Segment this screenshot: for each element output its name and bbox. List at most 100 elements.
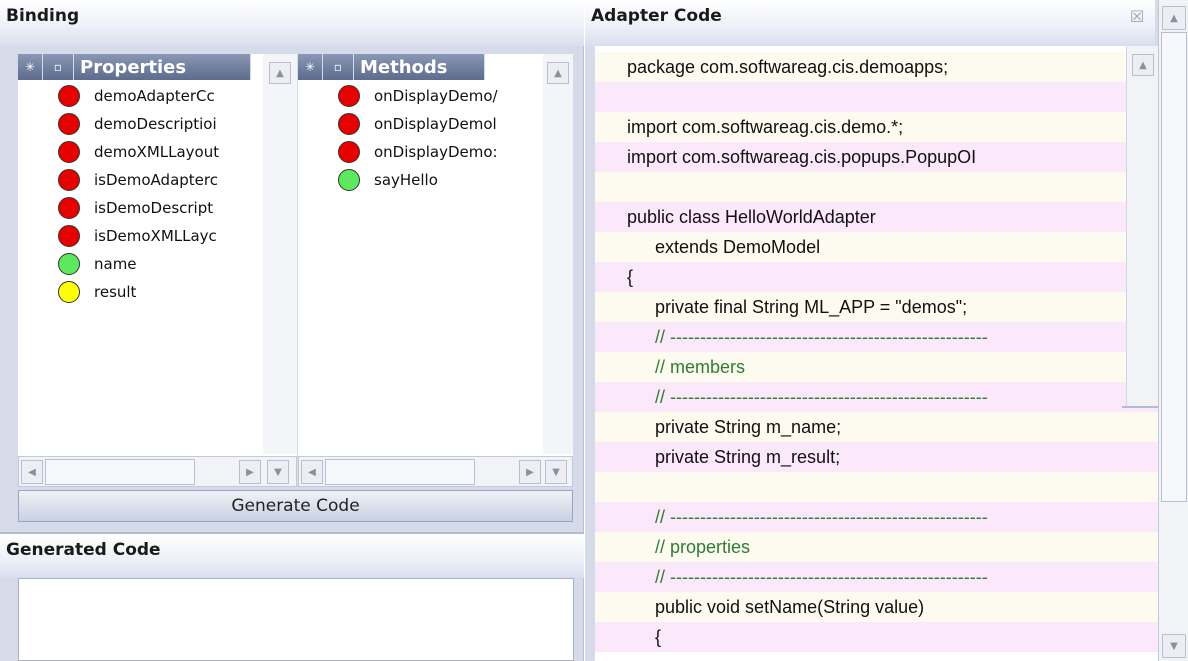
code-comment: // -------------------------------------… xyxy=(655,386,988,407)
red-status-icon xyxy=(338,85,360,107)
tree-row[interactable]: demoXMLLayout xyxy=(18,140,219,164)
scroll-thumb[interactable] xyxy=(45,459,195,485)
square-icon[interactable]: ▫ xyxy=(43,54,74,80)
tree-row[interactable]: demoAdapterCc xyxy=(18,84,215,108)
code-line: private String m_name; xyxy=(595,412,1158,442)
tree-row-label: demoDescriptioi xyxy=(94,115,217,133)
close-icon[interactable]: ☒ xyxy=(1128,8,1146,26)
tree-row[interactable]: isDemoDescript xyxy=(18,196,213,220)
tree-row[interactable]: onDisplayDemo: xyxy=(298,140,498,164)
red-status-icon xyxy=(58,141,80,163)
asterisk-icon[interactable]: ✳ xyxy=(18,54,43,80)
code-line: package com.softwareag.cis.demoapps; xyxy=(595,52,1158,82)
methods-tree: ✳ ▫ Methods onDisplayDemo/onDisplayDemol… xyxy=(298,54,573,487)
code-comment: // -------------------------------------… xyxy=(655,506,988,527)
code-text: import com.softwareag.cis.demo.*; xyxy=(627,116,904,137)
red-status-icon xyxy=(58,197,80,219)
properties-horizontal-scrollbar[interactable]: ◀ ▶ ▼ xyxy=(18,456,297,487)
tree-row-label: demoAdapterCc xyxy=(94,87,215,105)
scroll-up-icon[interactable]: ▲ xyxy=(1162,6,1186,30)
scroll-up-icon[interactable]: ▲ xyxy=(269,62,291,84)
tree-row-label: sayHello xyxy=(374,171,438,189)
methods-column-header[interactable]: Methods xyxy=(354,54,485,80)
code-comment: // -------------------------------------… xyxy=(655,566,988,587)
code-text: private String m_name; xyxy=(655,416,842,437)
tree-row[interactable]: result xyxy=(18,280,136,304)
code-line: // -------------------------------------… xyxy=(595,562,1158,592)
tree-row[interactable]: demoDescriptioi xyxy=(18,112,217,136)
tree-row[interactable]: isDemoAdapterc xyxy=(18,168,218,192)
scroll-down-icon[interactable]: ▼ xyxy=(267,460,289,484)
scroll-thumb[interactable] xyxy=(1161,32,1187,502)
code-text: extends DemoModel xyxy=(655,236,821,257)
yellow-status-icon xyxy=(58,281,80,303)
code-comment: // properties xyxy=(655,536,751,557)
red-status-icon xyxy=(58,169,80,191)
code-line xyxy=(595,472,1158,502)
red-status-icon xyxy=(58,85,80,107)
code-line: // properties xyxy=(595,532,1158,562)
adapter-code-title: Adapter Code xyxy=(591,6,722,26)
generated-code-textarea[interactable] xyxy=(18,578,574,661)
code-line: { xyxy=(595,262,1158,292)
generate-code-button[interactable]: Generate Code xyxy=(18,490,573,522)
generated-code-section-header: Generated Code xyxy=(0,532,584,578)
properties-tree: ✳ ▫ Properties demoAdapterCc demoDescript… xyxy=(18,54,297,487)
code-line xyxy=(595,82,1158,112)
red-status-icon xyxy=(338,113,360,135)
code-line: public class HelloWorldAdapter xyxy=(595,202,1158,232)
properties-vertical-scrollbar[interactable]: ▲ xyxy=(263,54,297,454)
adapter-code-section-header: Adapter Code xyxy=(585,0,1155,46)
binding-title: Binding xyxy=(6,6,80,26)
code-line: // members xyxy=(595,352,1158,382)
tree-row-label: onDisplayDemol xyxy=(374,115,497,133)
properties-column-header[interactable]: Properties xyxy=(74,54,251,80)
scroll-up-icon[interactable]: ▲ xyxy=(547,62,569,84)
right-column: Adapter Code ☒ package com.softwareag.ci… xyxy=(585,0,1188,661)
scroll-down-icon[interactable]: ▼ xyxy=(1162,634,1186,658)
code-text: public void setName(String value) xyxy=(655,596,925,617)
scroll-right-icon[interactable]: ▶ xyxy=(239,460,261,484)
square-icon[interactable]: ▫ xyxy=(323,54,354,80)
tree-row[interactable]: sayHello xyxy=(298,168,438,192)
properties-header-row: ✳ ▫ Properties xyxy=(18,54,297,80)
code-text: { xyxy=(627,266,634,287)
tree-row[interactable]: isDemoXMLLayc xyxy=(18,224,217,248)
red-status-icon xyxy=(58,113,80,135)
methods-list: onDisplayDemo/onDisplayDemol onDisplayDem… xyxy=(298,80,543,455)
red-status-icon xyxy=(58,225,80,247)
tree-row-label: isDemoDescript xyxy=(94,199,214,217)
tree-row-label: name xyxy=(94,255,137,273)
generated-code-title: Generated Code xyxy=(6,540,161,560)
scroll-right-icon[interactable]: ▶ xyxy=(519,460,541,484)
code-text: package com.softwareag.cis.demoapps; xyxy=(627,56,949,77)
tree-row-label: isDemoXMLLayc xyxy=(94,227,217,245)
outer-vertical-scrollbar[interactable]: ▲ ▼ xyxy=(1158,0,1188,661)
tree-row[interactable]: onDisplayDemo/ xyxy=(298,84,498,108)
tree-row[interactable]: name xyxy=(18,252,137,276)
methods-horizontal-scrollbar[interactable]: ◀ ▶ ▼ xyxy=(298,456,573,487)
code-inner-scrollbar[interactable]: ▲ xyxy=(1126,46,1158,408)
code-lines: package com.softwareag.cis.demoapps; impo… xyxy=(595,52,1158,661)
code-line: // -------------------------------------… xyxy=(595,322,1158,352)
scroll-left-icon[interactable]: ◀ xyxy=(301,460,323,484)
red-status-icon xyxy=(338,141,360,163)
properties-list: demoAdapterCc demoDescriptioi demoXMLLayou… xyxy=(18,80,263,455)
scroll-thumb[interactable] xyxy=(325,459,475,485)
tree-row-label: onDisplayDemo: xyxy=(374,143,498,161)
code-line: public void setName(String value) xyxy=(595,592,1158,622)
left-column: Binding ✳ ▫ Properties demoAdapterCc demo… xyxy=(0,0,584,661)
scroll-left-icon[interactable]: ◀ xyxy=(21,460,43,484)
code-line: private String m_result; xyxy=(595,442,1158,472)
scroll-up-icon[interactable]: ▲ xyxy=(1132,54,1154,76)
code-text: { xyxy=(655,626,662,647)
code-line: private final String ML_APP = "demos"; xyxy=(595,292,1158,322)
code-text: import com.softwareag.cis.popups.PopupOI xyxy=(627,146,977,167)
tree-row-label: onDisplayDemo/ xyxy=(374,87,498,105)
scroll-down-icon[interactable]: ▼ xyxy=(545,460,567,484)
asterisk-icon[interactable]: ✳ xyxy=(298,54,323,80)
adapter-code-view: package com.softwareag.cis.demoapps; impo… xyxy=(595,46,1158,661)
methods-vertical-scrollbar[interactable]: ▲ xyxy=(543,54,573,454)
code-line: extends DemoModel xyxy=(595,232,1158,262)
tree-row[interactable]: onDisplayDemol xyxy=(298,112,497,136)
